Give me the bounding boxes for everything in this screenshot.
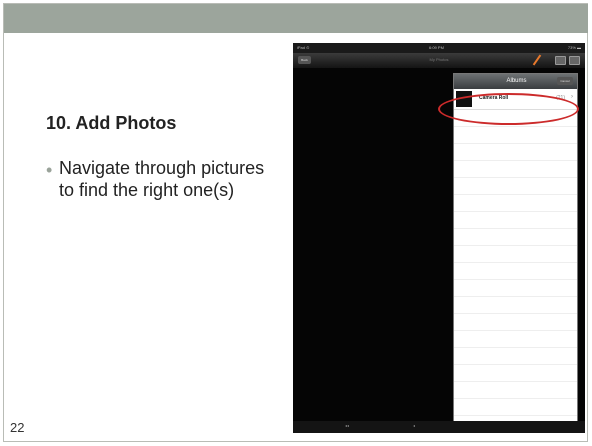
status-time: 6:09 PM <box>429 45 444 50</box>
popover-title: Albums <box>506 78 527 84</box>
albums-popover: Albums Cancel Camera Roll (21) › <box>453 73 578 433</box>
status-bar: iPad ⊙ 6:09 PM 73% ▬ <box>293 43 585 53</box>
toolbar-button-b[interactable]: ◂ <box>413 423 415 428</box>
status-carrier: iPad ⊙ <box>297 45 310 50</box>
page-number: 22 <box>10 420 25 435</box>
bottom-toolbar: ◂◂ ◂ <box>293 421 585 433</box>
bullet-text: Navigate through pictures to find the ri… <box>59 158 265 200</box>
pencil-icon[interactable] <box>532 54 542 66</box>
highlight-ellipse <box>438 93 579 125</box>
back-button[interactable]: Back <box>298 56 311 64</box>
frame-icon[interactable] <box>555 56 566 65</box>
nav-bar: Back My Photos <box>293 53 585 68</box>
slide-title-bar <box>4 4 588 33</box>
nav-title: My Photos <box>429 57 449 62</box>
status-battery: 73% ▬ <box>567 45 581 50</box>
slide-heading: 10. Add Photos <box>46 113 177 133</box>
popover-header: Albums Cancel <box>454 74 577 89</box>
empty-list-rows <box>454 110 577 433</box>
bullet-dot-icon: • <box>46 160 53 180</box>
cancel-button[interactable]: Cancel <box>557 77 573 85</box>
chevron-right-icon: › <box>571 94 573 100</box>
camera-icon[interactable] <box>569 56 580 65</box>
toolbar-button-a[interactable]: ◂◂ <box>345 423 349 428</box>
